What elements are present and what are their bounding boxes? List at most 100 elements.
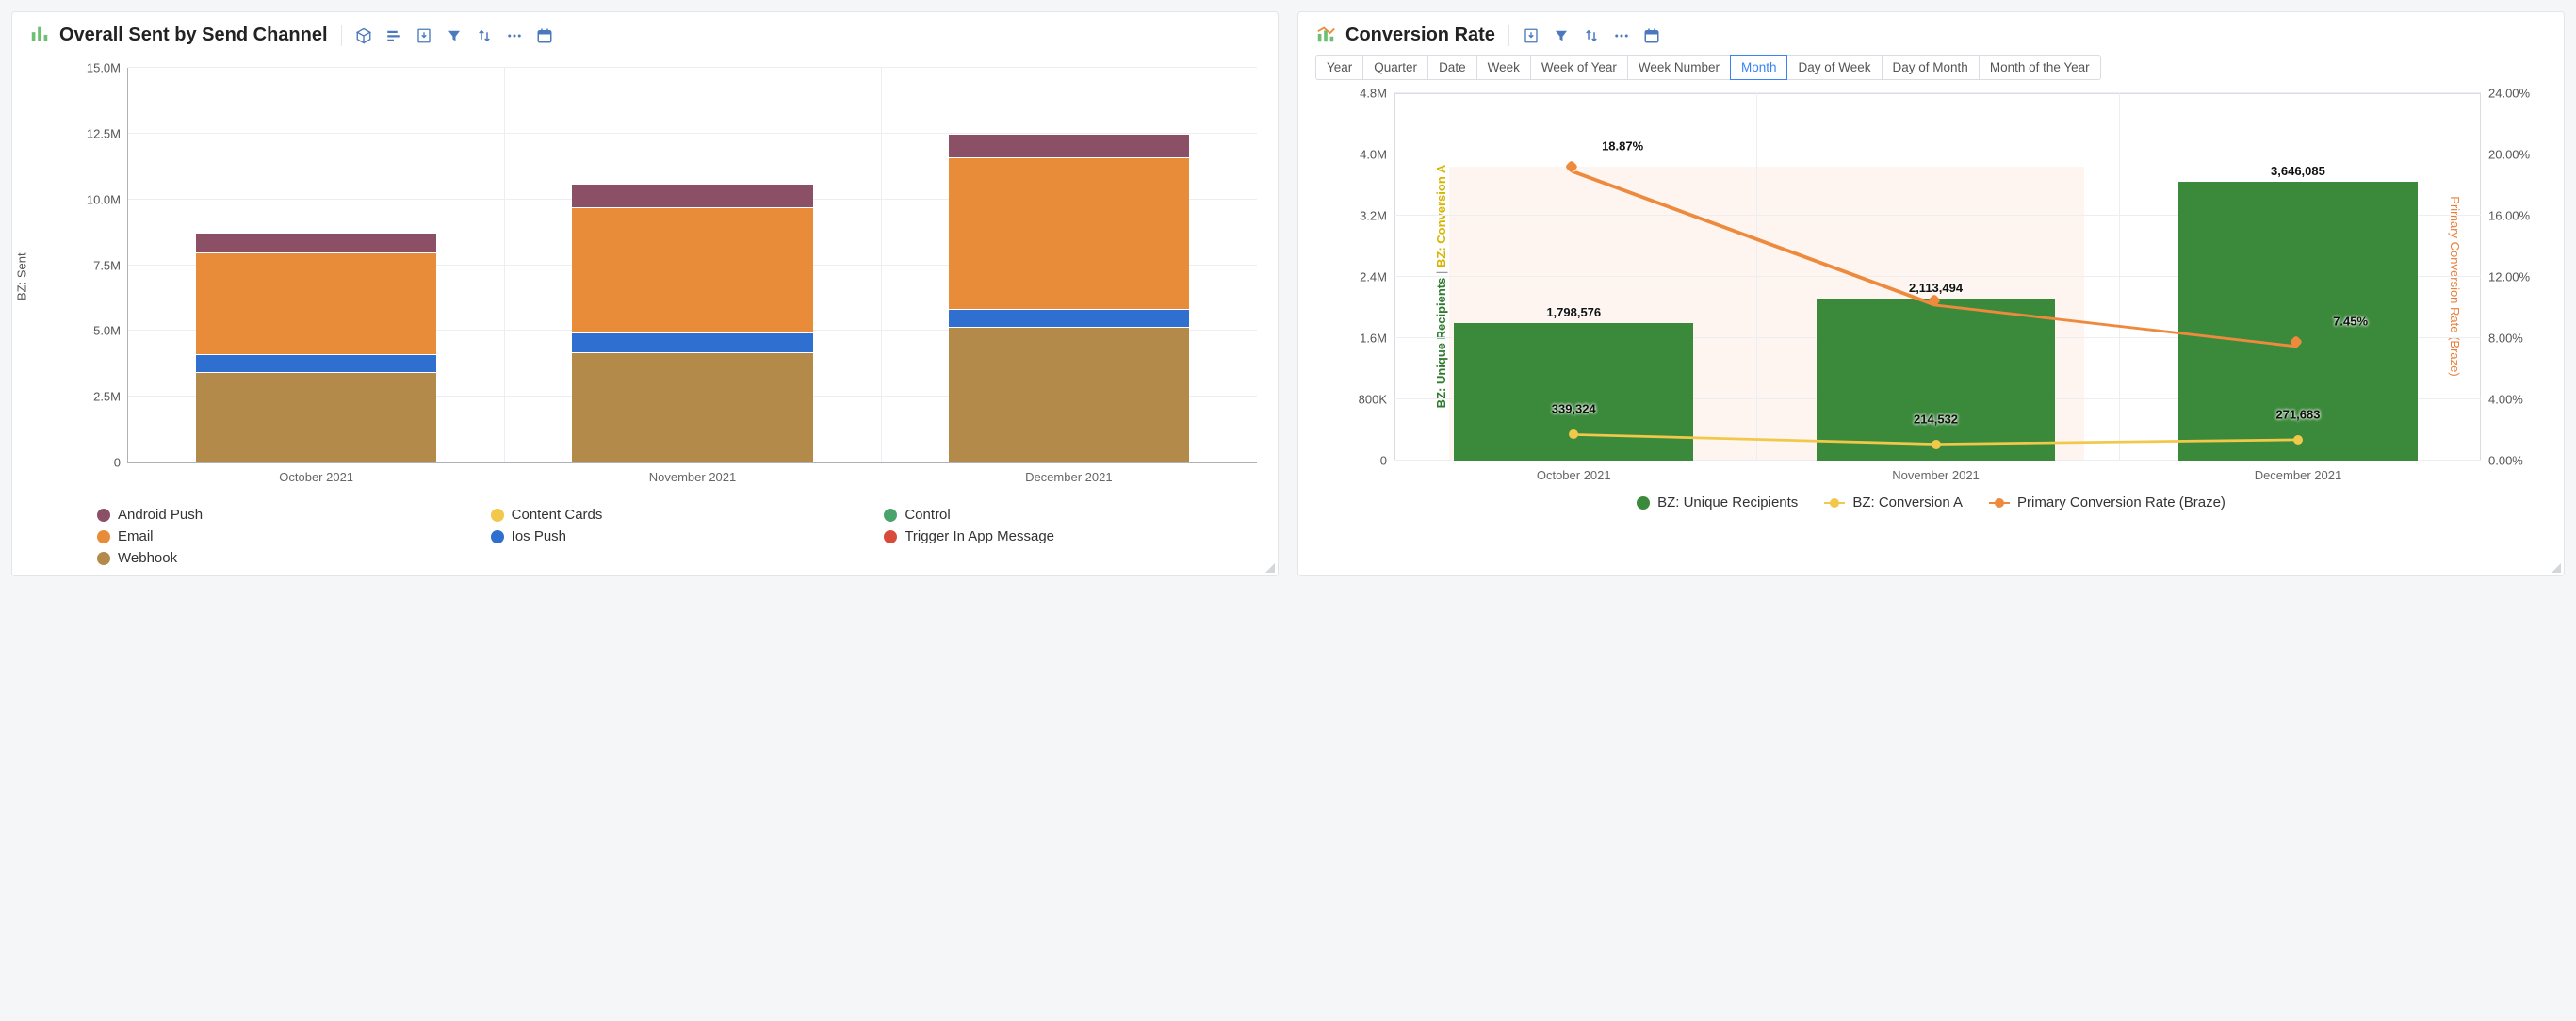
legend-item[interactable]: BZ: Unique Recipients	[1637, 494, 1798, 510]
bar-stack[interactable]	[572, 184, 813, 462]
panel-header: Conversion Rate	[1298, 12, 2564, 55]
legend-right: BZ: Unique Recipients .line-swatch[style…	[1298, 493, 2564, 520]
calendar-icon[interactable]	[536, 27, 553, 44]
y-tick: 2.5M	[93, 390, 121, 404]
legend-item[interactable]: Content Cards	[491, 507, 862, 523]
line-swatch-icon: .line-swatch[style*="--c:#f2c84b"]::befo…	[1824, 496, 1845, 510]
legend-label: Webhook	[118, 550, 177, 566]
legend-item[interactable]: Trigger In App Message	[884, 528, 1255, 544]
y-tick: 4.0M	[1360, 148, 1387, 162]
seg-webhook	[572, 352, 813, 462]
legend-item[interactable]: .line-swatch[style*="--c:#ee8a3e"]::befo…	[1989, 494, 2225, 510]
legend-item[interactable]: Ios Push	[491, 528, 862, 544]
point-conv-a[interactable]	[1932, 440, 1941, 449]
legend-label: Content Cards	[512, 507, 603, 523]
panel-header: Overall Sent by Send Channel	[12, 12, 1278, 55]
y2-tick: 20.00%	[2488, 148, 2530, 162]
legend-item[interactable]: Android Push	[97, 507, 468, 523]
y-tick: 5.0M	[93, 324, 121, 338]
filter-icon[interactable]	[1553, 27, 1570, 44]
x-tick: November 2021	[1892, 461, 1980, 482]
legend-label: BZ: Unique Recipients	[1657, 494, 1798, 510]
legend-label: Android Push	[118, 507, 203, 523]
seg-email	[572, 207, 813, 332]
legend-label: Trigger In App Message	[905, 528, 1054, 544]
bar-stack[interactable]	[196, 233, 437, 462]
time-grain-week-of-year[interactable]: Week of Year	[1530, 55, 1628, 80]
time-grain-month-of-the-year[interactable]: Month of the Year	[1979, 55, 2101, 80]
resize-handle[interactable]	[2552, 563, 2561, 573]
export-icon[interactable]	[416, 27, 432, 44]
bar-nov: November 2021	[504, 68, 880, 462]
time-grain-year[interactable]: Year	[1315, 55, 1363, 80]
more-icon[interactable]	[1613, 27, 1630, 44]
seg-ios-push	[572, 332, 813, 352]
data-label: 271,683	[2275, 407, 2320, 421]
legend-label: Email	[118, 528, 154, 544]
y2-tick: 16.00%	[2488, 209, 2530, 223]
chart-area-left: BZ: Sent 0 2.5M 5.0M 7.5M 10.0M 12.5M 15…	[12, 55, 1278, 501]
sort-icon[interactable]	[476, 27, 493, 44]
divider	[1508, 25, 1509, 46]
cube-icon[interactable]	[355, 27, 372, 44]
bar-dec: December 2021	[881, 68, 1257, 462]
y-axis-label: BZ: Sent	[15, 252, 29, 300]
x-tick: October 2021	[1537, 461, 1611, 482]
time-grain-day-of-month[interactable]: Day of Month	[1882, 55, 1980, 80]
legend-label: Control	[905, 507, 950, 523]
y-tick: 800K	[1359, 393, 1387, 407]
y-tick: 0	[1380, 454, 1387, 468]
point-conv-a[interactable]	[1569, 429, 1578, 439]
panel-conversion-rate: Conversion Rate YearQuarterDateWeekWeek …	[1297, 11, 2565, 576]
legend-left: Android Push Content Cards Control Email…	[12, 501, 1278, 575]
plot-area: 00.00% 800K4.00% 1.6M8.00% 2.4M12.00% 3.…	[1394, 93, 2481, 461]
dashboard-row: Overall Sent by Send Channel BZ: Sent 0 …	[11, 11, 2565, 576]
time-grain-day-of-week[interactable]: Day of Week	[1786, 55, 1882, 80]
bar-stack[interactable]	[949, 134, 1190, 462]
legend-label: BZ: Conversion A	[1852, 494, 1963, 510]
calendar-icon[interactable]	[1643, 27, 1660, 44]
y-tick: 10.0M	[87, 192, 121, 206]
seg-ios-push	[196, 354, 437, 371]
line-swatch-icon: .line-swatch[style*="--c:#ee8a3e"]::befo…	[1989, 496, 2010, 510]
resize-handle[interactable]	[1265, 563, 1275, 573]
x-tick: November 2021	[649, 462, 737, 484]
bar-chart-icon	[29, 24, 50, 47]
seg-email	[949, 157, 1190, 309]
time-grain-week-number[interactable]: Week Number	[1627, 55, 1731, 80]
panel-toolbar	[355, 27, 553, 44]
seg-android-push	[196, 233, 437, 252]
seg-ios-push	[949, 309, 1190, 328]
plot-area: 0 2.5M 5.0M 7.5M 10.0M 12.5M 15.0M	[127, 68, 1257, 463]
time-grain-week[interactable]: Week	[1476, 55, 1531, 80]
seg-android-push	[572, 184, 813, 207]
x-tick: December 2021	[2255, 461, 2342, 482]
legend-item[interactable]: .line-swatch[style*="--c:#f2c84b"]::befo…	[1824, 494, 1963, 510]
y2-tick: 4.00%	[2488, 393, 2523, 407]
legend-label: Primary Conversion Rate (Braze)	[2017, 494, 2225, 510]
y2-tick: 24.00%	[2488, 87, 2530, 101]
panel-toolbar	[1523, 27, 1660, 44]
data-label: 339,324	[1552, 402, 1596, 416]
legend-item[interactable]: Webhook	[97, 550, 468, 566]
legend-item[interactable]: Control	[884, 507, 1255, 523]
divider	[341, 25, 342, 46]
panel-title: Overall Sent by Send Channel	[59, 24, 328, 46]
y2-tick: 8.00%	[2488, 332, 2523, 346]
time-grain-selector: YearQuarterDateWeekWeek of YearWeek Numb…	[1298, 55, 2564, 84]
data-label: 7.45%	[2333, 315, 2368, 329]
sort-icon[interactable]	[1583, 27, 1600, 44]
more-icon[interactable]	[506, 27, 523, 44]
legend-item[interactable]: Email	[97, 528, 468, 544]
y-tick: 4.8M	[1360, 87, 1387, 101]
horizontal-bars-icon[interactable]	[385, 27, 402, 44]
time-grain-month[interactable]: Month	[1730, 55, 1788, 80]
y-tick: 1.6M	[1360, 332, 1387, 346]
time-grain-quarter[interactable]: Quarter	[1362, 55, 1428, 80]
filter-icon[interactable]	[446, 27, 463, 44]
point-conv-a[interactable]	[2293, 435, 2303, 445]
legend-label: Ios Push	[512, 528, 566, 544]
export-icon[interactable]	[1523, 27, 1540, 44]
time-grain-date[interactable]: Date	[1427, 55, 1477, 80]
combo-chart: BZ: Unique Recipients | BZ: Conversion A…	[1310, 84, 2552, 489]
